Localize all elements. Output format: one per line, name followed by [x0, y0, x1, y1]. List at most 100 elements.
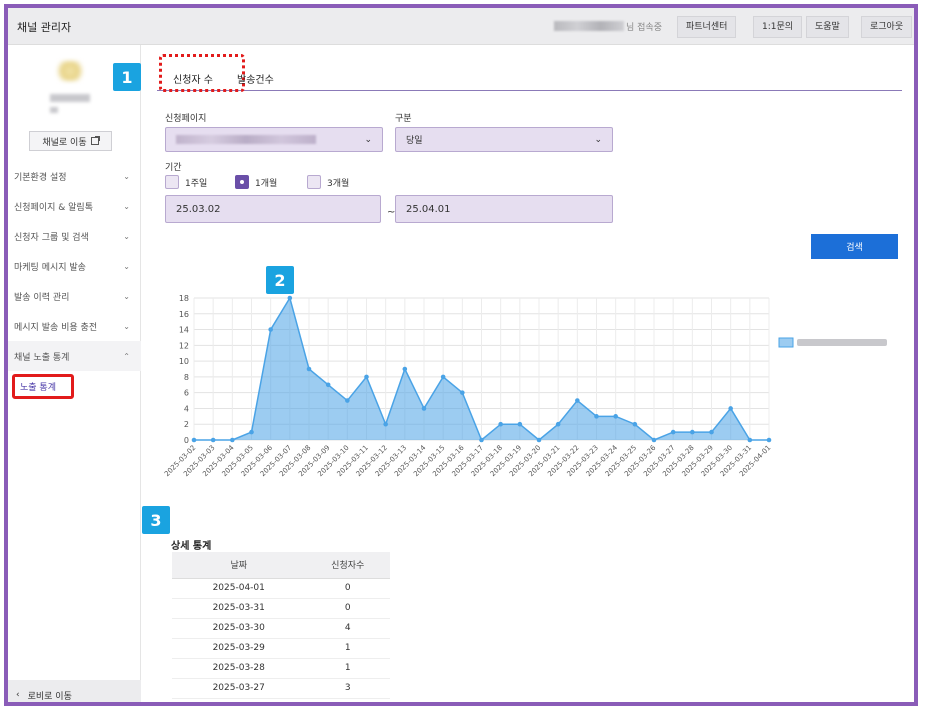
channel-logo — [56, 61, 84, 81]
go-to-channel-button[interactable]: 채널로 이동 — [29, 131, 112, 151]
data-point — [670, 429, 676, 435]
table-cell-count: 0 — [305, 598, 390, 619]
help-button[interactable]: 도움말 — [806, 16, 849, 38]
radio-label: 1주일 — [185, 178, 208, 189]
chevron-down-icon: ⌄ — [123, 291, 130, 301]
column-header-count: 신청자수 — [305, 552, 390, 579]
table-cell-date: 2025-03-31 — [172, 598, 306, 619]
table-cell-count: 3 — [305, 678, 390, 699]
signup-page-label: 신청페이지 — [165, 114, 207, 124]
annotation-badge-3: 3 — [142, 506, 170, 534]
data-point — [460, 390, 465, 395]
period-label: 기간 — [165, 163, 182, 173]
table-row: 2025-03-29 1 — [172, 638, 390, 659]
data-point — [383, 421, 388, 427]
radio-1-month[interactable]: 1개월 — [235, 175, 277, 189]
data-point — [766, 437, 772, 443]
data-point — [325, 382, 331, 388]
user-name-redacted — [554, 21, 624, 31]
data-point — [709, 429, 714, 435]
data-point — [440, 374, 446, 380]
radio-label: 3개월 — [327, 178, 350, 189]
data-point — [747, 437, 753, 443]
table-cell-date: 2025-03-27 — [172, 678, 306, 699]
y-tick-label: 4 — [184, 404, 189, 413]
table-cell-count: 1 — [305, 658, 390, 679]
detail-stats-table: 날짜 신청자수 2025-04-01 0 2025-03-31 0 2025-03-… — [172, 552, 390, 699]
top-bar: 채널 관리자 님 접속중 파트너센터 1:1문의 도움말 로그아웃 — [8, 8, 914, 45]
search-button[interactable]: 검색 — [811, 234, 898, 259]
app-title: 채널 관리자 — [17, 21, 72, 34]
tab-bar: 신청자 수 발송건수 — [157, 54, 902, 92]
sidebar-item-signup-page[interactable]: 신청페이지 & 알림톡 ⌄ — [8, 191, 141, 221]
tab-send-count[interactable]: 발송건수 — [237, 71, 274, 86]
radio-box — [165, 175, 179, 189]
chevron-down-icon: ⌄ — [364, 134, 372, 145]
table-row: 2025-03-27 3 — [172, 678, 390, 699]
chevron-down-icon: ⌄ — [123, 201, 130, 211]
detail-stats-title: 상세 통계 — [171, 541, 212, 552]
logout-button[interactable]: 로그아웃 — [861, 16, 913, 38]
go-to-channel-label: 채널로 이동 — [42, 137, 87, 148]
table-cell-count: 4 — [305, 618, 390, 639]
data-point — [345, 398, 350, 403]
y-tick-label: 6 — [184, 389, 189, 398]
data-point — [536, 437, 542, 443]
table-row: 2025-03-31 0 — [172, 598, 390, 619]
data-point — [421, 406, 427, 411]
data-point — [594, 414, 599, 419]
type-label: 구분 — [395, 114, 412, 124]
main-content: 1 신청자 수 발송건수 신청페이지 ⌄ 구분 당일 ⌄ 기간 1주일 1개월 … — [113, 45, 914, 702]
y-tick-label: 2 — [184, 420, 189, 429]
sidebar-item-label: 메시지 발송 비용 충전 — [14, 322, 98, 333]
tab-applicant-count[interactable]: 신청자 수 — [173, 71, 213, 86]
signup-page-value-redacted — [176, 135, 316, 144]
table-header-row: 날짜 신청자수 — [172, 552, 390, 579]
channel-id-redacted — [50, 107, 58, 113]
table-cell-date: 2025-03-30 — [172, 618, 306, 639]
table-cell-count: 1 — [305, 638, 390, 659]
legend-swatch — [778, 337, 794, 348]
data-point — [575, 398, 580, 403]
user-status: 님 접속중 — [626, 23, 662, 33]
y-tick-label: 14 — [179, 326, 189, 335]
sidebar-item-basic-settings[interactable]: 기본환경 설정 ⌄ — [8, 161, 141, 191]
end-date-input[interactable] — [395, 195, 613, 223]
sidebar-item-label: 기본환경 설정 — [14, 172, 67, 183]
data-point — [690, 429, 695, 435]
table-row: 2025-04-01 0 — [172, 578, 390, 599]
chevron-up-icon: ⌃ — [123, 351, 130, 361]
partner-center-button[interactable]: 파트너센터 — [677, 16, 737, 38]
chart-container: 0 2 4 6 8 10 12 14 16 18 2025-03-02 2025-03-03 2025-… — [159, 290, 904, 495]
inquiry-button[interactable]: 1:1문의 — [753, 16, 803, 38]
table-cell-date: 2025-03-29 — [172, 638, 306, 659]
data-point — [498, 421, 503, 427]
start-date-input[interactable] — [165, 195, 381, 223]
data-point — [479, 437, 484, 443]
sidebar-item-label: 채널 노출 통계 — [14, 352, 70, 363]
radio-3-months[interactable]: 3개월 — [307, 175, 349, 189]
signup-page-select[interactable]: ⌄ — [165, 127, 383, 152]
type-select[interactable]: 당일 ⌄ — [395, 127, 613, 152]
data-point — [364, 374, 369, 380]
chevron-down-icon: ⌄ — [123, 321, 130, 331]
external-link-icon — [90, 136, 100, 145]
sidebar-item-message-charge[interactable]: 메시지 발송 비용 충전 ⌄ — [8, 311, 141, 341]
data-point — [230, 437, 235, 443]
y-tick-label: 8 — [184, 373, 189, 382]
submenu-item-exposure-stats[interactable]: 노출 통계 — [12, 374, 74, 399]
data-point — [517, 421, 523, 427]
table-cell-date: 2025-03-28 — [172, 658, 306, 679]
sidebar-item-applicant-group[interactable]: 신청자 그룹 및 검색 ⌄ — [8, 221, 141, 251]
sidebar-item-marketing-message[interactable]: 마케팅 메시지 발송 ⌄ — [8, 251, 141, 281]
data-point — [613, 414, 618, 419]
sidebar-item-send-history[interactable]: 발송 이력 관리 ⌄ — [8, 281, 141, 311]
data-point — [210, 437, 216, 443]
sidebar-item-exposure-stats[interactable]: 채널 노출 통계 ⌃ — [8, 341, 141, 371]
back-to-lobby-button[interactable]: ‹ 로비로 이동 — [8, 680, 141, 702]
radio-box-checked — [235, 175, 249, 189]
sidebar-item-label: 마케팅 메시지 발송 — [14, 262, 86, 273]
radio-1-week[interactable]: 1주일 — [165, 175, 207, 189]
column-header-date: 날짜 — [172, 552, 306, 579]
y-tick-label: 0 — [184, 436, 189, 445]
